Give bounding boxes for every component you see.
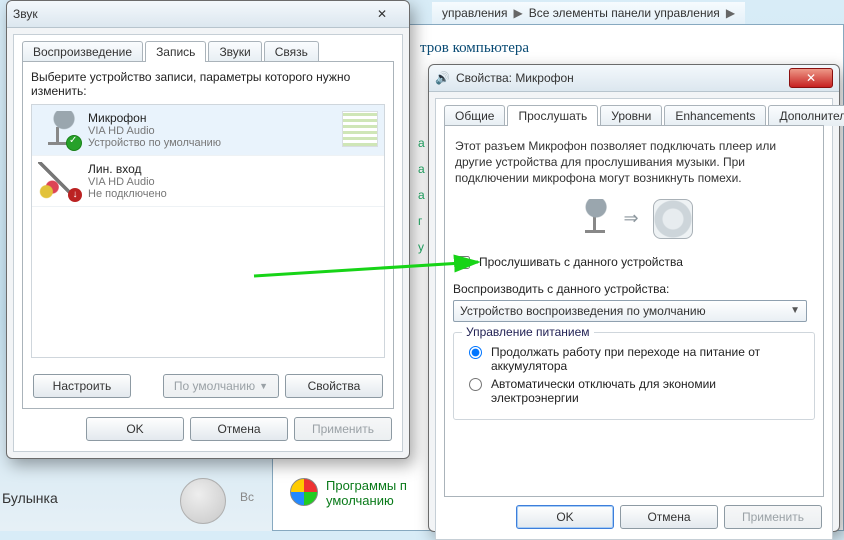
cancel-button[interactable]: Отмена (190, 417, 288, 441)
set-default-button[interactable]: По умолчанию ▼ (163, 374, 279, 398)
props-title: Свойства: Микрофон (456, 71, 574, 85)
speaker-device-icon (653, 199, 693, 239)
listen-checkbox[interactable] (457, 256, 470, 269)
props-titlebar[interactable]: 🔊 Свойства: Микрофон ✕ (429, 65, 839, 92)
sound-titlebar[interactable]: Звук ✕ (7, 1, 409, 28)
group-title: Управление питанием (462, 325, 594, 339)
unplugged-badge (68, 188, 82, 202)
page-heading-fragment: тров компьютера (420, 40, 529, 57)
device-driver: VIA HD Audio (88, 125, 221, 137)
power-keep-running[interactable]: Продолжать работу при переходе на питани… (464, 345, 804, 373)
breadcrumb: управления ▶ Все элементы панели управле… (432, 2, 745, 24)
tab-record[interactable]: Запись (145, 41, 206, 62)
microphone-icon (575, 199, 609, 239)
device-driver: VIA HD Audio (88, 176, 167, 188)
user-name: Булынка (2, 490, 58, 506)
props-dialog-buttons: OK Отмена Применить (444, 497, 824, 531)
listen-checkbox-row[interactable]: Прослушивать с данного устройства (453, 253, 815, 272)
playback-device-select[interactable]: Устройство воспроизведения по умолчанию … (453, 300, 807, 322)
tab-listen[interactable]: Прослушать (507, 105, 598, 126)
power-radio-1[interactable] (469, 346, 482, 359)
playthru-label: Воспроизводить с данного устройства: (453, 282, 815, 296)
chevron-right-icon: ▶ (513, 6, 522, 20)
tab-advanced[interactable]: Дополнительно (768, 105, 844, 126)
label-fragment: Вс (240, 490, 254, 504)
tab-general[interactable]: Общие (444, 105, 505, 126)
listen-label: Прослушивать с данного устройства (479, 255, 683, 269)
props-tab-body: Этот разъем Микрофон позволяет подключат… (444, 125, 824, 497)
microphone-icon (38, 111, 80, 149)
device-status: Не подключено (88, 188, 167, 200)
close-button[interactable]: ✕ (789, 68, 833, 88)
props-inner: Общие Прослушать Уровни Enhancements Доп… (435, 98, 833, 540)
device-status: Устройство по умолчанию (88, 137, 221, 149)
device-name: Лин. вход (88, 162, 167, 176)
shield-icon (290, 478, 318, 506)
arrow-right-icon: ⇒ (623, 208, 638, 229)
device-linein[interactable]: Лин. вход VIA HD Audio Не подключено (32, 156, 384, 207)
tab-playback[interactable]: Воспроизведение (22, 41, 143, 62)
listen-note: Этот разъем Микрофон позволяет подключат… (455, 138, 813, 187)
tab-enhancements[interactable]: Enhancements (664, 105, 766, 126)
level-meter (342, 111, 378, 147)
ok-button[interactable]: OK (86, 417, 184, 441)
power-auto-off[interactable]: Автоматически отключать для экономии эле… (464, 377, 804, 405)
properties-button[interactable]: Свойства (285, 374, 383, 398)
power-radio-2[interactable] (469, 378, 482, 391)
apply-button[interactable]: Применить (294, 417, 392, 441)
hint-text: Выберите устройство записи, параметры ко… (31, 70, 385, 98)
signal-flow: ⇒ (453, 199, 815, 239)
device-list[interactable]: Микрофон VIA HD Audio Устройство по умол… (31, 104, 385, 358)
configure-button[interactable]: Настроить (33, 374, 131, 398)
breadcrumb-part[interactable]: Все элементы панели управления (529, 6, 720, 20)
tab-comm[interactable]: Связь (264, 41, 319, 62)
chevron-down-icon: ▼ (259, 381, 268, 391)
avatar (180, 478, 226, 524)
tab-sounds[interactable]: Звуки (208, 41, 261, 62)
mic-properties-dialog: 🔊 Свойства: Микрофон ✕ Общие Прослушать … (428, 64, 840, 532)
sound-inner: Воспроизведение Запись Звуки Связь Выбер… (13, 34, 403, 452)
speaker-icon: 🔊 (435, 71, 450, 85)
default-check-badge (66, 135, 82, 151)
device-name: Микрофон (88, 111, 221, 125)
linein-icon (38, 162, 80, 200)
sound-tab-body: Выберите устройство записи, параметры ко… (22, 61, 394, 409)
playback-device-value: Устройство воспроизведения по умолчанию (460, 304, 706, 318)
breadcrumb-part[interactable]: управления (442, 6, 507, 20)
sidebar-fragment: а а а г у (418, 130, 425, 260)
sound-dialog: Звук ✕ Воспроизведение Запись Звуки Связ… (6, 0, 410, 459)
apply-button[interactable]: Применить (724, 505, 822, 529)
chevron-down-icon: ▼ (790, 305, 800, 316)
close-button[interactable]: ✕ (361, 5, 403, 23)
sound-tabs: Воспроизведение Запись Звуки Связь (22, 41, 394, 62)
default-programs-link[interactable]: Программы п умолчанию (290, 478, 407, 508)
device-microphone[interactable]: Микрофон VIA HD Audio Устройство по умол… (32, 105, 384, 156)
chevron-right-icon: ▶ (726, 6, 735, 20)
power-management-group: Управление питанием Продолжать работу пр… (453, 332, 815, 420)
props-tabs: Общие Прослушать Уровни Enhancements Доп… (444, 105, 824, 126)
cancel-button[interactable]: Отмена (620, 505, 718, 529)
tab-levels[interactable]: Уровни (600, 105, 662, 126)
sound-title: Звук (13, 7, 38, 21)
ok-button[interactable]: OK (516, 505, 614, 529)
sound-dialog-buttons: OK Отмена Применить (22, 409, 394, 443)
